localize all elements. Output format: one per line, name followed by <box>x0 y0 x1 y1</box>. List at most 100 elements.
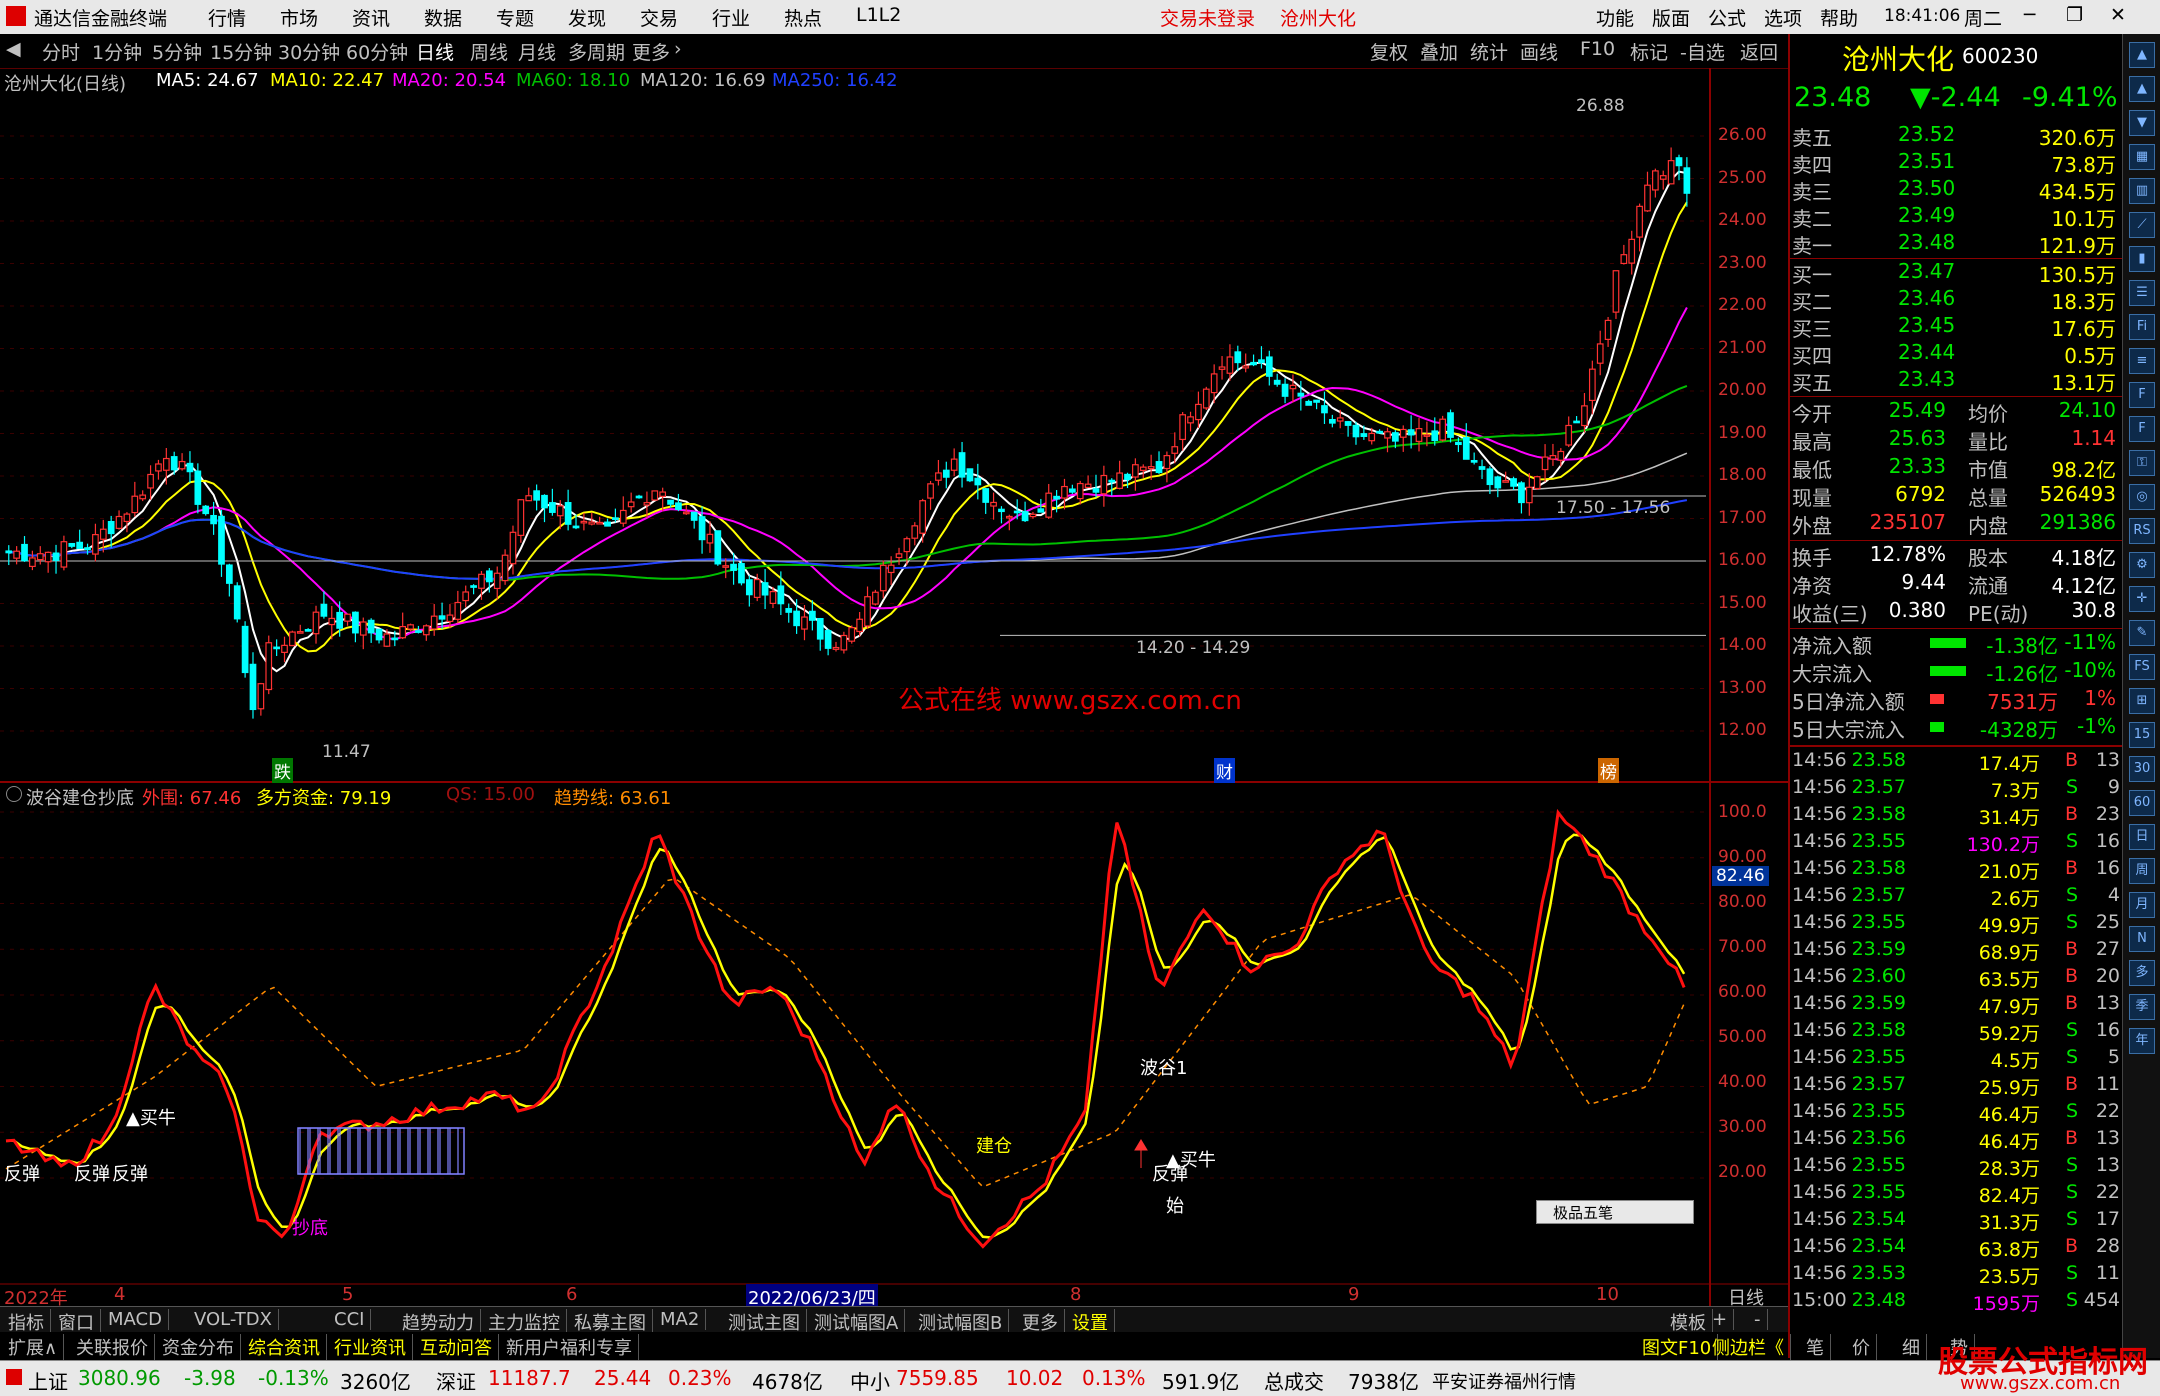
indicator-tab[interactable]: MA2 <box>654 1309 707 1330</box>
menu-banmian[interactable]: 版面 <box>1652 4 1690 31</box>
side-23-icon[interactable]: 日 <box>2129 824 2155 850</box>
panel-tab[interactable]: 细 <box>1896 1334 1927 1360</box>
bars-icon[interactable]: ▥ <box>2129 178 2155 204</box>
menu-l1l2[interactable]: L1L2 <box>856 4 901 26</box>
menu-gongshi[interactable]: 公式 <box>1708 4 1746 31</box>
indicator-tab[interactable]: - <box>1748 1309 1768 1330</box>
glyph-icon[interactable]: ⊞ <box>2129 688 2155 714</box>
bid-row[interactable]: 买五 23.43 13.1万 <box>1790 367 2122 395</box>
btn-diejia[interactable]: 叠加 <box>1420 38 1458 65</box>
circle-icon[interactable]: ◎ <box>2129 484 2155 510</box>
list-icon[interactable]: ☰ <box>2129 280 2155 306</box>
bid-row[interactable]: 买一 23.47 130.5万 <box>1790 259 2122 287</box>
side-29-icon[interactable]: 年 <box>2129 1028 2155 1054</box>
num60[interactable]: 60 <box>2129 790 2155 816</box>
btn-f10[interactable]: F10 <box>1580 38 1615 60</box>
side-28-icon[interactable]: 季 <box>2129 994 2155 1020</box>
extension-tab[interactable]: 扩展∧ <box>2 1334 65 1360</box>
chart-icon[interactable]: ▦ <box>2129 144 2155 170</box>
tab-1min[interactable]: 1分钟 <box>92 38 142 65</box>
sub-indicator-icon[interactable] <box>6 786 22 802</box>
menu-bangzhu[interactable]: 帮助 <box>1820 4 1858 31</box>
tab-monthly[interactable]: 月线 <box>518 38 556 65</box>
ask-row[interactable]: 卖二 23.49 10.1万 <box>1790 203 2122 231</box>
broker-label[interactable]: 平安证券福州行情 <box>1432 1368 1576 1394</box>
fs-icon[interactable]: FS <box>2129 654 2155 680</box>
btn-fuquan[interactable]: 复权 <box>1370 38 1408 65</box>
jipin-label[interactable]: 极品五笔 <box>1553 1202 1613 1223</box>
menu-hangye[interactable]: 行业 <box>712 4 750 31</box>
extension-tab[interactable]: 资金分布 <box>156 1334 241 1360</box>
tab-15min[interactable]: 15分钟 <box>210 38 272 65</box>
line-icon[interactable]: ⟋ <box>2129 212 2155 238</box>
panel-tab[interactable]: 侧边栏《 <box>1706 1334 1791 1360</box>
indicator-tab[interactable]: MACD <box>102 1309 169 1330</box>
btn-biaoji[interactable]: 标记 <box>1630 38 1668 65</box>
gear-icon[interactable]: ⚙ <box>2129 552 2155 578</box>
btn-zixuan[interactable]: -自选 <box>1680 38 1725 65</box>
menu-xuanxiang[interactable]: 选项 <box>1764 4 1802 31</box>
fin-icon[interactable]: Fi <box>2129 314 2155 340</box>
list2-icon[interactable]: ≡ <box>2129 348 2155 374</box>
candle-icon[interactable]: ▮ <box>2129 246 2155 272</box>
bid-row[interactable]: 买三 23.45 17.6万 <box>1790 313 2122 341</box>
more-chevron-icon[interactable]: › <box>674 38 682 60</box>
tab-daily[interactable]: 日线 <box>416 38 454 65</box>
ask-row[interactable]: 卖三 23.50 434.5万 <box>1790 176 2122 204</box>
extension-tab[interactable]: 互动问答 <box>414 1334 499 1360</box>
tab-multi[interactable]: 多周期 <box>568 38 625 65</box>
restore-icon[interactable]: ❐ <box>2066 4 2083 26</box>
side-24-icon[interactable]: 周 <box>2129 858 2155 884</box>
up-arrow-icon[interactable]: ▲ <box>2129 42 2155 68</box>
indicator-tab[interactable]: + <box>1706 1309 1735 1330</box>
side-26-icon[interactable]: N <box>2129 926 2155 952</box>
sz-name[interactable]: 深证 <box>436 1366 476 1395</box>
num30[interactable]: 30 <box>2129 756 2155 782</box>
menu-jiaoyi[interactable]: 交易 <box>640 4 678 31</box>
pencil-icon[interactable]: ✎ <box>2129 620 2155 646</box>
menu-gongneng[interactable]: 功能 <box>1596 4 1634 31</box>
menu-zhuanti[interactable]: 专题 <box>496 4 534 31</box>
sub-name[interactable]: 波谷建仓抄底 <box>26 784 134 810</box>
kline-chart[interactable] <box>0 68 1788 1306</box>
btn-fanhui[interactable]: 返回 <box>1740 38 1778 65</box>
sh-name[interactable]: 上证 <box>28 1366 68 1395</box>
ask-row[interactable]: 卖五 23.52 320.6万 <box>1790 122 2122 150</box>
jipin-toolbar[interactable]: 极品五笔 <box>1536 1200 1694 1224</box>
btn-tongji[interactable]: 统计 <box>1470 38 1508 65</box>
tab-fenshi[interactable]: 分时 <box>42 38 80 65</box>
menu-shichang[interactable]: 市场 <box>280 4 318 31</box>
btn-huaxian[interactable]: 画线 <box>1520 38 1558 65</box>
tab-weekly[interactable]: 周线 <box>470 38 508 65</box>
side-27-icon[interactable]: 多 <box>2129 960 2155 986</box>
collapse-icon[interactable]: ◀ <box>6 38 21 60</box>
side-25-icon[interactable]: 月 <box>2129 892 2155 918</box>
panel-tab[interactable]: 价 <box>1846 1334 1877 1360</box>
extension-tab[interactable]: 行业资讯 <box>328 1334 413 1360</box>
extension-tab[interactable]: 新用户福利专享 <box>500 1334 639 1360</box>
bid-row[interactable]: 买二 23.46 18.3万 <box>1790 286 2122 314</box>
panel-tab[interactable]: 笔 <box>1800 1334 1831 1360</box>
rsi-icon[interactable]: RS <box>2129 518 2155 544</box>
indicator-tab[interactable]: CCI <box>328 1309 372 1330</box>
minimize-icon[interactable]: ─ <box>2024 4 2035 26</box>
ask-row[interactable]: 卖四 23.51 73.8万 <box>1790 149 2122 177</box>
menu-redian[interactable]: 热点 <box>784 4 822 31</box>
down-arrow-icon[interactable]: ▼ <box>2129 110 2155 136</box>
indicator-tab[interactable]: VOL-TDX <box>188 1309 279 1330</box>
ask-row[interactable]: 卖一 23.48 121.9万 <box>1790 230 2122 258</box>
extension-tab[interactable]: 综合资讯 <box>242 1334 327 1360</box>
f2-icon[interactable]: F <box>2129 382 2155 408</box>
tab-60min[interactable]: 60分钟 <box>346 38 408 65</box>
zx-name[interactable]: 中小 <box>850 1366 890 1395</box>
menu-hangqing[interactable]: 行情 <box>208 4 246 31</box>
num15[interactable]: 15 <box>2129 722 2155 748</box>
bid-row[interactable]: 买四 23.44 0.5万 <box>1790 340 2122 368</box>
menu-faxian[interactable]: 发现 <box>568 4 606 31</box>
f3-icon[interactable]: F <box>2129 416 2155 442</box>
menu-zixun[interactable]: 资讯 <box>352 4 390 31</box>
close-icon[interactable]: ✕ <box>2110 4 2126 26</box>
menu-shuju[interactable]: 数据 <box>424 4 462 31</box>
cross-icon[interactable]: ✛ <box>2129 586 2155 612</box>
tab-more[interactable]: 更多 <box>632 38 670 65</box>
